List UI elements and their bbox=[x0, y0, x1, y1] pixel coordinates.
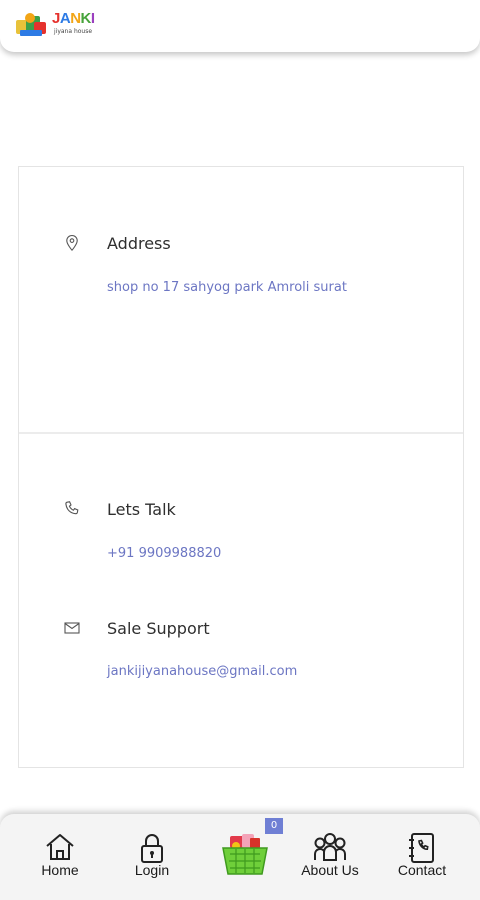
nav-about-label: About Us bbox=[301, 862, 359, 878]
basket-icon bbox=[222, 834, 268, 875]
section-divider bbox=[19, 432, 463, 434]
phone-icon bbox=[65, 501, 79, 515]
phone-title: Lets Talk bbox=[107, 500, 176, 519]
contact-info-card: Address shop no 17 sahyog park Amroli su… bbox=[18, 166, 464, 768]
logo-subtitle: jiyana house bbox=[54, 28, 93, 35]
email-link[interactable]: jankijiyanahouse@gmail.com bbox=[107, 664, 297, 679]
address-title: Address bbox=[107, 234, 171, 253]
home-icon bbox=[46, 834, 74, 860]
nav-login[interactable]: Login bbox=[107, 814, 197, 900]
logo-illustration-icon bbox=[16, 13, 46, 36]
map-pin-icon bbox=[66, 234, 78, 252]
lock-icon bbox=[141, 834, 163, 863]
cart-count-badge: 0 bbox=[265, 818, 283, 834]
nav-home[interactable]: Home bbox=[15, 814, 105, 900]
address-value: shop no 17 sahyog park Amroli surat bbox=[107, 280, 347, 295]
logo-wordmark: JANKI bbox=[52, 10, 95, 27]
nav-contact-label: Contact bbox=[397, 862, 447, 878]
store-logo[interactable]: JANKI jiyana house bbox=[14, 8, 100, 44]
nav-login-label: Login bbox=[134, 862, 170, 878]
nav-about-us[interactable]: About Us bbox=[285, 814, 375, 900]
app-header: JANKI jiyana house bbox=[0, 0, 480, 52]
contact-book-icon bbox=[409, 833, 434, 863]
nav-home-label: Home bbox=[41, 862, 79, 878]
phone-link[interactable]: +91 9909988820 bbox=[107, 546, 221, 561]
email-title: Sale Support bbox=[107, 619, 210, 638]
bottom-navigation: Home Login 0 About Us Contact bbox=[0, 814, 480, 900]
users-icon bbox=[314, 833, 346, 861]
mail-icon bbox=[64, 622, 80, 634]
nav-contact[interactable]: Contact bbox=[377, 814, 467, 900]
